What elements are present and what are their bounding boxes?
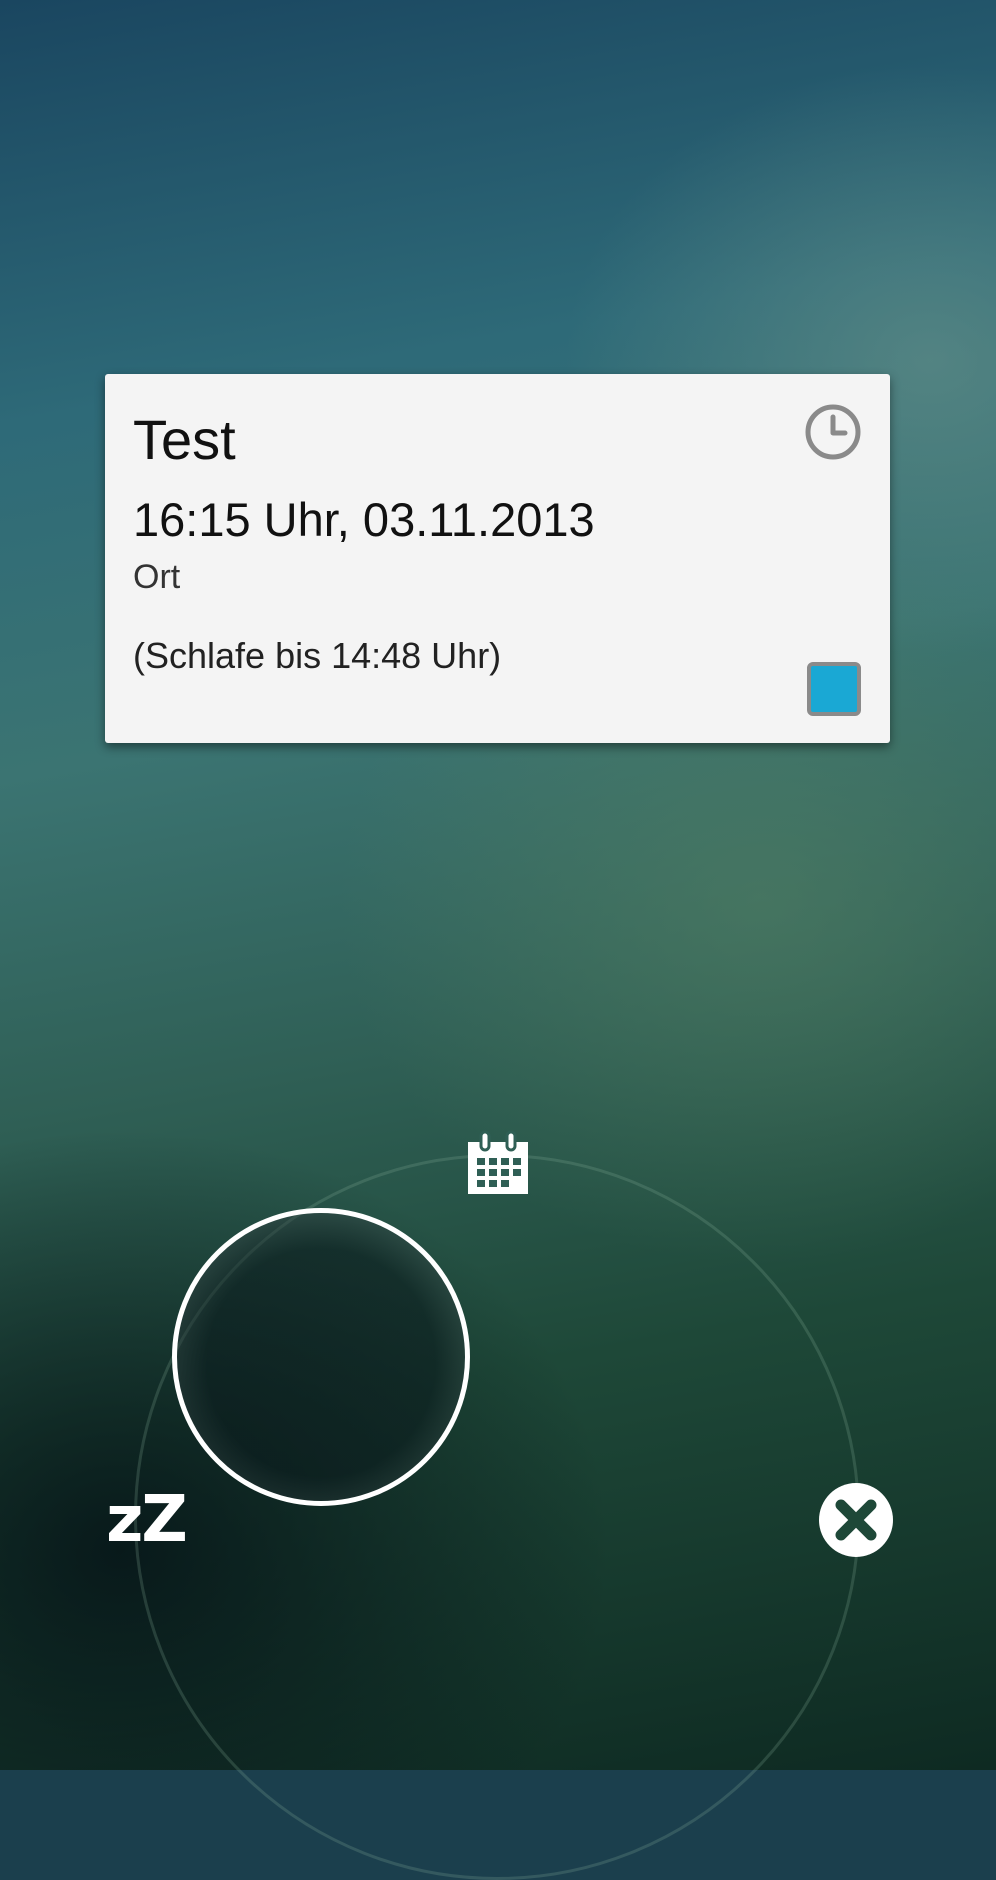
dismiss-target[interactable] xyxy=(816,1480,896,1560)
drag-handle[interactable] xyxy=(172,1208,470,1506)
open-calendar-target[interactable] xyxy=(462,1128,534,1200)
event-title: Test xyxy=(133,408,236,471)
close-icon xyxy=(819,1483,893,1557)
event-location: Ort xyxy=(133,558,181,596)
snooze-label: zZ xyxy=(106,1483,188,1557)
event-datetime: 16:15 Uhr, 03.11.2013 xyxy=(133,493,595,546)
calendar-icon xyxy=(468,1130,528,1194)
snooze-until-note: (Schlafe bis 14:48 Uhr) xyxy=(133,635,502,676)
event-reminder-card[interactable]: Test 16:15 Uhr, 03.11.2013 Ort (Schlafe … xyxy=(105,374,890,743)
clock-icon xyxy=(803,402,863,462)
calendar-color-swatch xyxy=(807,662,861,716)
snooze-target[interactable]: zZ xyxy=(96,1480,196,1560)
